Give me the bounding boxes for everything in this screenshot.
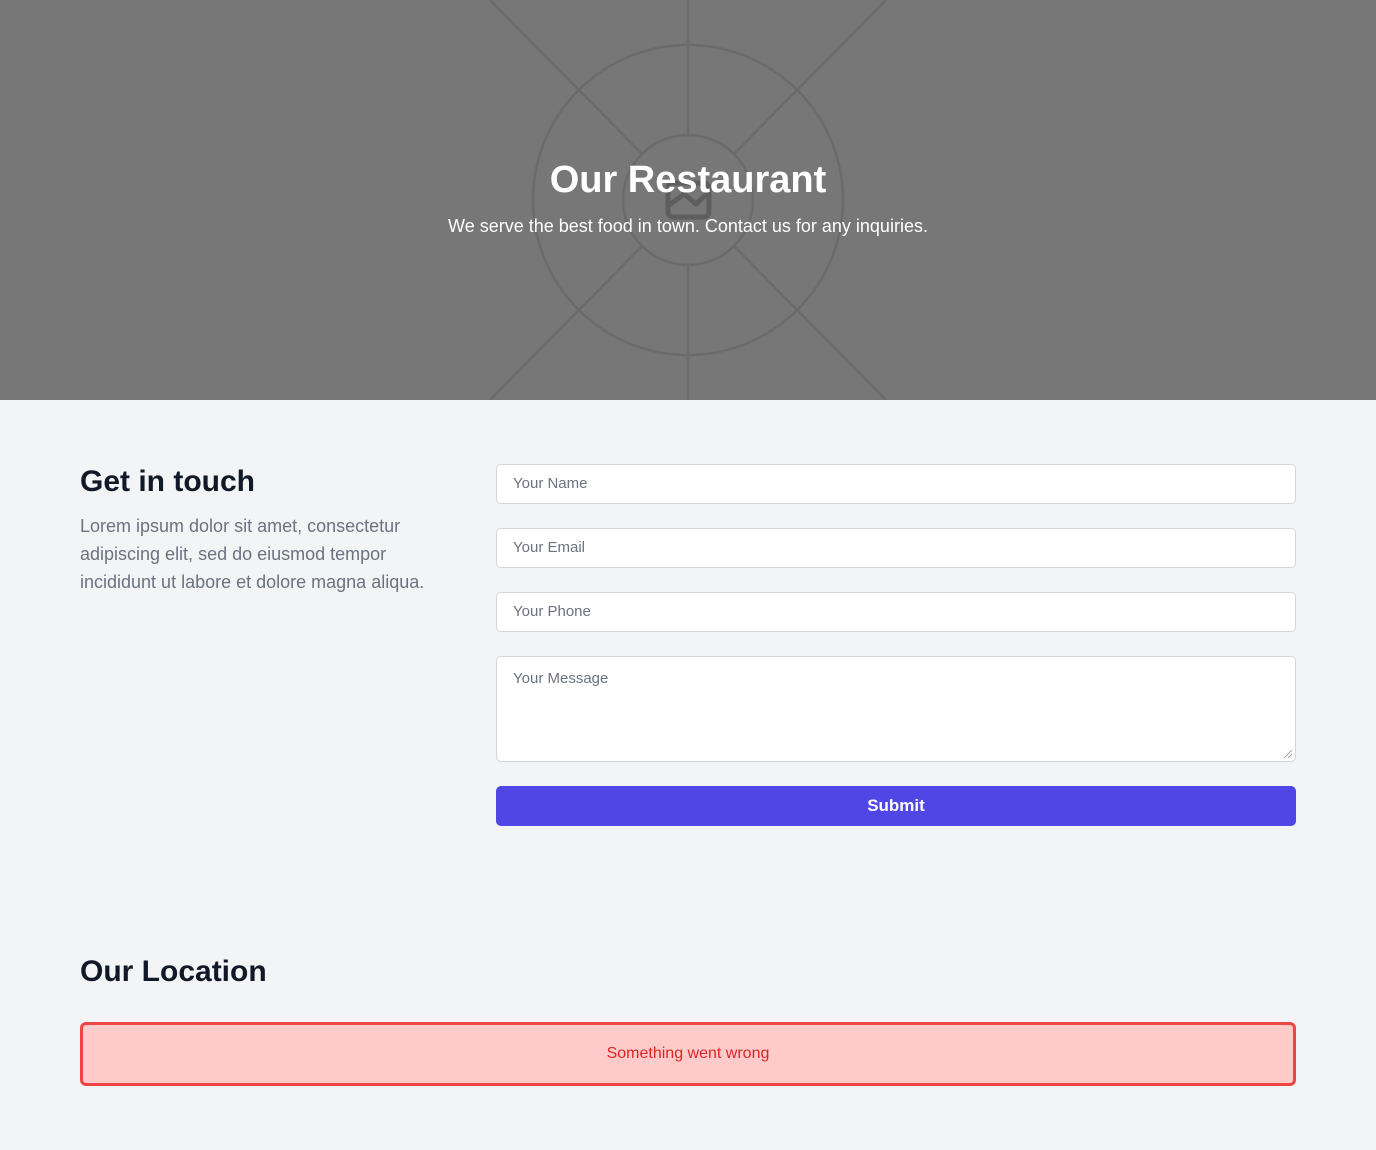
email-field-placeholder: Your Email [513,539,585,556]
page-title: Our Restaurant [549,159,827,201]
submit-button[interactable]: Submit [496,786,1296,826]
email-field[interactable]: Your Email [496,528,1296,568]
contact-description: Lorem ipsum dolor sit amet, consectetur … [80,516,425,592]
name-field[interactable]: Your Name [496,464,1296,504]
name-field-placeholder: Your Name [513,475,588,492]
phone-field[interactable]: Your Phone [496,592,1296,632]
error-message: Something went wrong [606,1045,770,1062]
hero-subtitle: We serve the best food in town. Contact … [448,216,928,236]
contact-heading: Get in touch [80,465,255,498]
map-error-alert: Something went wrong [80,1022,1296,1086]
message-field[interactable]: Your Message [496,656,1296,762]
resize-handle-icon[interactable] [1284,750,1292,758]
message-field-placeholder: Your Message [513,670,609,687]
phone-field-placeholder: Your Phone [513,603,591,620]
hero-section: Our Restaurant We serve the best food in… [0,0,1376,400]
location-heading: Our Location [80,955,267,988]
